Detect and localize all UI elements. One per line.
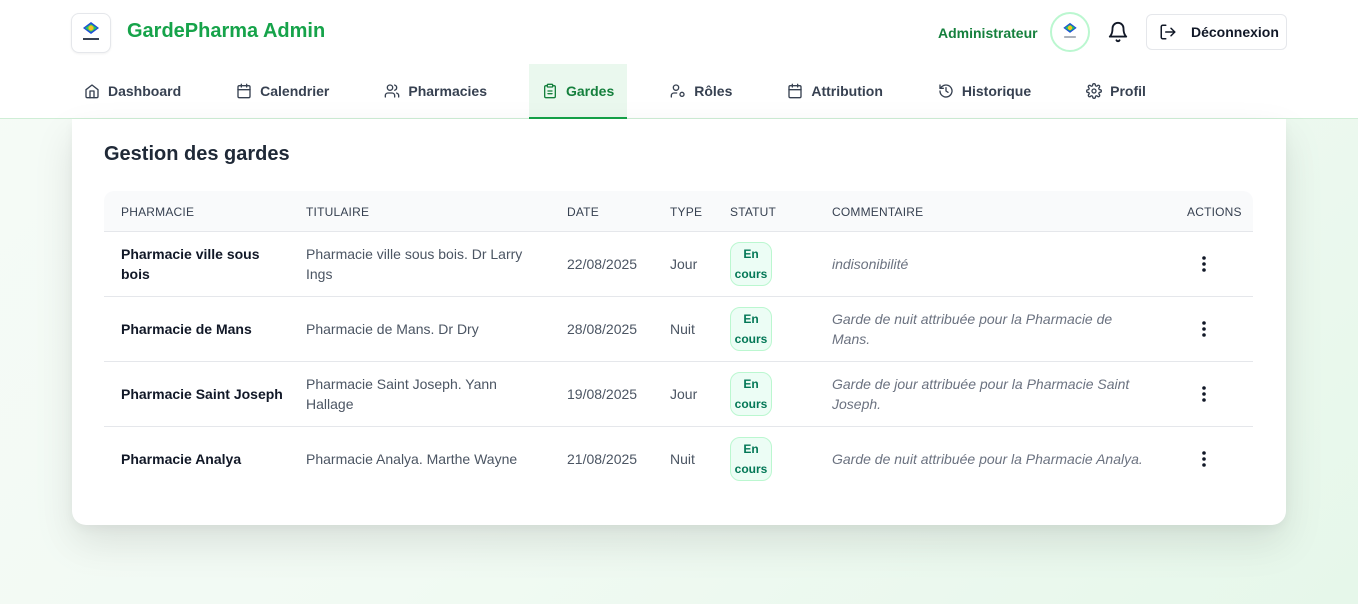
column-header-date[interactable]: DATE — [567, 205, 599, 219]
calendar-icon — [237, 83, 251, 99]
column-header-actions: ACTIONS — [1187, 205, 1242, 219]
nav-label: Calendrier — [260, 83, 330, 99]
cell-titulaire: Pharmacie ville sous bois. Dr Larry Ings — [306, 246, 523, 282]
status-badge: En cours — [730, 372, 772, 416]
nav-item-attribution[interactable]: Attribution — [774, 64, 896, 118]
cell-date: 21/08/2025 — [567, 451, 638, 467]
nav-label: Pharmacies — [408, 83, 487, 99]
column-header-titulaire[interactable]: TITULAIRE — [306, 205, 369, 219]
table-row[interactable]: Pharmacie Saint Joseph Pharmacie Saint J… — [104, 361, 1253, 426]
nav-label: Gardes — [565, 83, 615, 99]
status-badge-line2: cours — [734, 462, 768, 476]
status-badge-line1: En — [743, 377, 759, 391]
cell-titulaire: Pharmacie de Mans. Dr Dry — [306, 321, 479, 337]
status-badge-line2: cours — [734, 267, 768, 281]
cell-commentaire: indisonibilité — [832, 256, 909, 272]
row-actions-menu-icon[interactable] — [1194, 386, 1214, 402]
history-icon — [939, 84, 953, 98]
column-header-statut[interactable]: STATUT — [730, 205, 776, 219]
cell-date: 22/08/2025 — [567, 256, 638, 272]
cell-pharmacie: Pharmacie Analya — [121, 451, 242, 467]
nav-item-historique[interactable]: Historique — [925, 64, 1044, 118]
row-actions-menu-icon[interactable] — [1194, 451, 1214, 467]
gear-icon — [1086, 83, 1103, 99]
cell-pharmacie: Pharmacie Saint Joseph — [121, 386, 283, 402]
app-title: GardePharma Admin — [127, 20, 326, 42]
column-header-type[interactable]: TYPE — [670, 205, 702, 219]
user-role-label: Administrateur — [938, 25, 1038, 41]
users-icon — [385, 84, 400, 98]
gardes-card: Gestion des gardes PHARMACIE TITULAIRE D… — [72, 119, 1286, 525]
cell-titulaire: Pharmacie Analya. Marthe Wayne — [306, 451, 518, 467]
nav-label: Attribution — [811, 83, 883, 99]
pharmacy-logo-icon — [1063, 22, 1077, 38]
status-badge-line1: En — [743, 442, 759, 456]
cell-commentaire: Garde de jour attribuée pour la Pharmaci… — [832, 376, 1130, 412]
cell-pharmacie: Pharmacie ville sous bois — [121, 246, 260, 282]
status-badge: En cours — [730, 242, 772, 286]
column-header-pharmacie[interactable]: PHARMACIE — [121, 205, 194, 219]
gardes-table: PHARMACIE TITULAIRE DATE TYPE STATUT COM… — [104, 191, 1253, 491]
notifications-bell-icon[interactable] — [1106, 20, 1130, 44]
row-actions-menu-icon[interactable] — [1194, 256, 1214, 272]
cell-titulaire: Pharmacie Saint Joseph. Yann Hallage — [306, 376, 497, 412]
table-header: PHARMACIE TITULAIRE DATE TYPE STATUT COM… — [104, 191, 1253, 231]
cell-date: 19/08/2025 — [567, 386, 638, 402]
app-logo[interactable] — [71, 13, 111, 53]
logout-label: Déconnexion — [1191, 24, 1279, 40]
home-icon — [85, 84, 99, 99]
table-row[interactable]: Pharmacie Analya Pharmacie Analya. Marth… — [104, 426, 1253, 491]
column-header-commentaire[interactable]: COMMENTAIRE — [832, 205, 923, 219]
logout-button[interactable]: Déconnexion — [1146, 14, 1287, 50]
status-badge: En cours — [730, 307, 772, 351]
nav-item-roles[interactable]: Rôles — [657, 64, 745, 118]
nav-label: Profil — [1110, 83, 1146, 99]
status-badge-line2: cours — [734, 397, 768, 411]
page-title: Gestion des gardes — [104, 143, 290, 165]
nav-item-profil[interactable]: Profil — [1073, 64, 1159, 118]
nav-label: Rôles — [694, 83, 733, 99]
status-badge: En cours — [730, 437, 772, 481]
clipboard-icon — [543, 83, 556, 99]
cell-type: Jour — [670, 386, 698, 402]
avatar[interactable] — [1050, 12, 1090, 52]
nav-item-dashboard[interactable]: Dashboard — [71, 64, 194, 118]
nav-item-pharmacies[interactable]: Pharmacies — [371, 64, 500, 118]
nav-label: Historique — [961, 83, 1032, 99]
cell-statut: En cours — [730, 242, 772, 286]
cell-statut: En cours — [730, 372, 772, 416]
pharmacy-logo-icon — [83, 22, 99, 40]
logout-icon — [1160, 24, 1176, 40]
cell-commentaire: Garde de nuit attribuée pour la Pharmaci… — [832, 311, 1113, 347]
cell-statut: En cours — [730, 307, 772, 351]
status-badge-line1: En — [743, 312, 759, 326]
nav-item-gardes[interactable]: Gardes — [528, 64, 628, 119]
cell-type: Nuit — [670, 451, 695, 467]
table-row[interactable]: Pharmacie ville sous bois Pharmacie vill… — [104, 231, 1253, 296]
nav-item-calendrier[interactable]: Calendrier — [223, 64, 342, 118]
status-badge-line2: cours — [734, 332, 768, 346]
status-badge-line1: En — [743, 247, 759, 261]
cell-type: Jour — [670, 256, 698, 272]
main-nav: Dashboard Calendrier Pharmacies Gardes R… — [71, 64, 1188, 119]
user-cog-icon — [670, 84, 685, 98]
cell-date: 28/08/2025 — [567, 321, 638, 337]
row-actions-menu-icon[interactable] — [1194, 321, 1214, 337]
table-row[interactable]: Pharmacie de Mans Pharmacie de Mans. Dr … — [104, 296, 1253, 361]
cell-commentaire: Garde de nuit attribuée pour la Pharmaci… — [832, 451, 1143, 467]
cell-type: Nuit — [670, 321, 695, 337]
cell-pharmacie: Pharmacie de Mans — [121, 321, 252, 337]
calendar-icon — [788, 83, 803, 99]
nav-label: Dashboard — [108, 83, 182, 99]
top-header: GardePharma Admin Administrateur Déconne… — [0, 0, 1358, 119]
cell-statut: En cours — [730, 437, 772, 481]
